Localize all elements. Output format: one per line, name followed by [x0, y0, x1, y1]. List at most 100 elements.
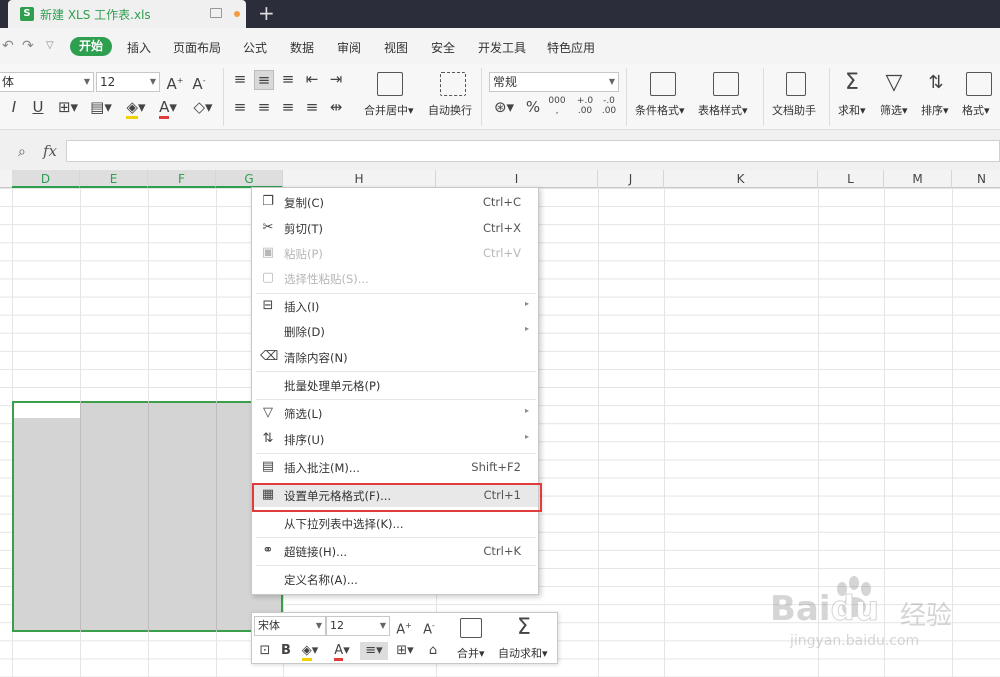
- font-shrink-icon[interactable]: A-: [190, 72, 208, 93]
- column-header[interactable]: K: [664, 170, 818, 188]
- column-header[interactable]: M: [884, 170, 952, 188]
- tab-insert[interactable]: 插入: [127, 39, 151, 56]
- tab-security[interactable]: 安全: [431, 39, 455, 56]
- new-tab-button[interactable]: +: [258, 2, 275, 24]
- table-style-icon[interactable]: [713, 72, 739, 96]
- sort-icon[interactable]: ⇅: [924, 70, 948, 96]
- tab-formula[interactable]: 公式: [243, 39, 267, 56]
- font-color-icon[interactable]: A▾: [156, 98, 180, 119]
- filter-icon[interactable]: ▽: [882, 70, 906, 96]
- sort-button[interactable]: 排序▾: [921, 102, 949, 118]
- font-size-select[interactable]: 12 ▼: [96, 72, 160, 92]
- conditional-format-icon[interactable]: [650, 72, 676, 96]
- redo-icon[interactable]: ↷: [22, 38, 34, 54]
- menu-item-insert[interactable]: ⊟ 插入(I) ▸: [252, 294, 538, 318]
- menu-item-clear-contents[interactable]: ⌫ 清除内容(N): [252, 345, 538, 369]
- tab-developer[interactable]: 开发工具: [478, 39, 526, 56]
- quick-access-dropdown-icon[interactable]: ▽: [46, 40, 54, 51]
- document-tab[interactable]: S 新建 XLS 工作表.xls: [8, 0, 246, 28]
- align-left-icon[interactable]: ≡: [232, 98, 248, 116]
- menu-item-cut[interactable]: ✂ 剪切(T) Ctrl+X: [252, 216, 538, 240]
- table-style-button[interactable]: 表格样式▾: [698, 102, 748, 118]
- tab-start[interactable]: 开始: [70, 37, 112, 56]
- column-header[interactable]: G: [216, 170, 283, 188]
- font-shrink-icon[interactable]: A-: [420, 617, 438, 639]
- menu-item-paste[interactable]: ▣ 粘贴(P) Ctrl+V: [252, 241, 538, 265]
- column-header[interactable]: L: [818, 170, 884, 188]
- mini-font-size-select[interactable]: 12 ▼: [326, 616, 390, 636]
- align-middle-icon[interactable]: ≡: [254, 70, 274, 90]
- percent-icon[interactable]: %: [525, 98, 541, 116]
- menu-item-copy[interactable]: ❐ 复制(C) Ctrl+C: [252, 190, 538, 214]
- align-bottom-icon[interactable]: ≡: [280, 70, 296, 88]
- tab-view[interactable]: 视图: [384, 39, 408, 56]
- menu-item-sort[interactable]: ⇅ 排序(U) ▸: [252, 427, 538, 451]
- font-name-select[interactable]: 体 ▼: [0, 72, 94, 92]
- underline-icon[interactable]: U: [30, 98, 46, 116]
- italic-icon[interactable]: I: [8, 98, 20, 116]
- screen-icon[interactable]: [210, 8, 222, 18]
- align-icon[interactable]: ⊡: [256, 642, 274, 660]
- wrap-text-icon[interactable]: [440, 72, 466, 96]
- autosum-button[interactable]: 自动求和▾: [498, 645, 548, 661]
- column-header[interactable]: F: [148, 170, 216, 188]
- tab-review[interactable]: 审阅: [337, 39, 361, 56]
- merge-center-icon[interactable]: [377, 72, 403, 96]
- merge-icon[interactable]: [460, 618, 482, 638]
- merge-button[interactable]: 合并▾: [457, 645, 485, 661]
- fx-icon[interactable]: fx: [43, 142, 57, 160]
- decimal-increase-icon[interactable]: +.0 .00: [576, 96, 594, 116]
- merge-center-button[interactable]: 合并居中▾: [364, 102, 414, 118]
- thousands-icon[interactable]: 000,: [548, 96, 566, 116]
- number-format-select[interactable]: 常规 ▼: [489, 72, 619, 92]
- zoom-icon[interactable]: ⌕: [18, 144, 26, 160]
- undo-icon[interactable]: ↶: [2, 38, 14, 54]
- indent-increase-icon[interactable]: ⇥: [328, 70, 344, 88]
- column-header[interactable]: D: [12, 170, 80, 188]
- cell-style-icon[interactable]: ▤▾: [88, 98, 114, 116]
- filter-button[interactable]: 筛选▾: [880, 102, 908, 118]
- fill-color-icon[interactable]: ◈▾: [298, 642, 322, 661]
- fill-color-icon[interactable]: ◈▾: [124, 98, 148, 119]
- menu-item-define-name[interactable]: 定义名称(A)...: [252, 567, 538, 591]
- column-header[interactable]: I: [436, 170, 598, 188]
- tab-page-layout[interactable]: 页面布局: [173, 39, 221, 56]
- decimal-decrease-icon[interactable]: -.0 .00: [600, 96, 618, 116]
- mini-font-name-select[interactable]: 宋体 ▼: [254, 616, 326, 636]
- align-right-icon[interactable]: ≡: [280, 98, 296, 116]
- format-painter-icon[interactable]: ⌂: [424, 642, 442, 660]
- column-header[interactable]: J: [598, 170, 664, 188]
- clear-icon[interactable]: ◇▾: [190, 98, 216, 116]
- border-icon[interactable]: ⊞▾: [56, 98, 80, 116]
- doc-assistant-button[interactable]: 文档助手: [772, 102, 816, 118]
- column-header[interactable]: N: [952, 170, 1000, 188]
- tab-data[interactable]: 数据: [290, 39, 314, 56]
- distribute-icon[interactable]: ⇹: [328, 98, 344, 116]
- menu-item-batch-process[interactable]: 批量处理单元格(P): [252, 373, 538, 397]
- align-top-icon[interactable]: ≡: [232, 70, 248, 88]
- format-button[interactable]: 格式▾: [962, 102, 990, 118]
- tab-special[interactable]: 特色应用: [547, 39, 595, 56]
- menu-item-delete[interactable]: 删除(D) ▸: [252, 319, 538, 343]
- menu-item-pick-from-list[interactable]: 从下拉列表中选择(K)...: [252, 511, 538, 535]
- sum-icon[interactable]: Σ: [840, 70, 864, 96]
- justify-icon[interactable]: ≡: [304, 98, 320, 116]
- align-middle-icon[interactable]: ≡▾: [360, 642, 388, 660]
- doc-assistant-icon[interactable]: [786, 72, 806, 96]
- currency-icon[interactable]: ⊛▾: [492, 98, 516, 116]
- font-grow-icon[interactable]: A+: [166, 72, 184, 93]
- menu-item-insert-comment[interactable]: ▤ 插入批注(M)... Shift+F2: [252, 455, 538, 479]
- font-grow-icon[interactable]: A+: [395, 617, 413, 639]
- column-header[interactable]: H: [283, 170, 436, 188]
- formula-input[interactable]: [66, 140, 1000, 162]
- conditional-format-button[interactable]: 条件格式▾: [635, 102, 685, 118]
- menu-item-paste-special[interactable]: ▢ 选择性粘贴(S)...: [252, 266, 538, 290]
- border-icon[interactable]: ⊞▾: [392, 642, 418, 660]
- column-header[interactable]: E: [80, 170, 148, 188]
- align-center-icon[interactable]: ≡: [256, 98, 272, 116]
- menu-item-hyperlink[interactable]: ⚭ 超链接(H)... Ctrl+K: [252, 539, 538, 563]
- bold-button[interactable]: B: [279, 642, 293, 660]
- font-color-icon[interactable]: A▾: [330, 642, 354, 661]
- autosum-icon[interactable]: Σ: [512, 617, 536, 639]
- indent-decrease-icon[interactable]: ⇤: [304, 70, 320, 88]
